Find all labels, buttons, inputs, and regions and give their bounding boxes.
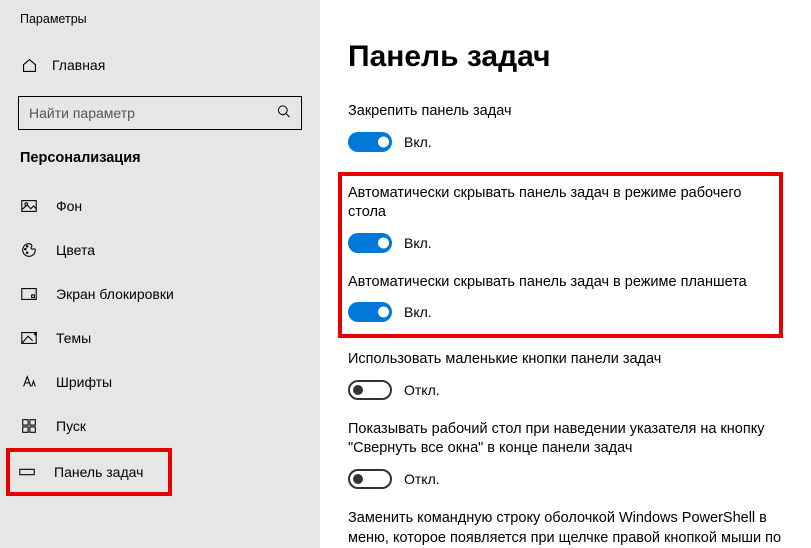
nav-home[interactable]: Главная [18,48,320,82]
toggle-status: Откл. [404,382,440,398]
setting-lock-taskbar: Закрепить панель задач Вкл. [348,102,783,152]
picture-icon [20,197,38,215]
setting-label: Автоматически скрывать панель задач в ре… [348,184,773,223]
sidebar-item-fonts[interactable]: Шрифты [18,360,320,404]
setting-label: Закрепить панель задач [348,102,783,122]
sidebar-item-themes[interactable]: Темы [18,316,320,360]
sidebar-item-label: Шрифты [56,374,112,390]
toggle-lock-taskbar[interactable] [348,132,392,152]
start-icon [20,417,38,435]
toggle-status: Вкл. [404,134,432,150]
sidebar-item-label: Фон [56,198,82,214]
highlighted-settings: Автоматически скрывать панель задач в ре… [338,172,783,339]
setting-label: Показывать рабочий стол при наведении ук… [348,420,783,459]
sidebar-item-background[interactable]: Фон [18,184,320,228]
sidebar-item-label: Цвета [56,242,95,258]
setting-autohide-desktop: Автоматически скрывать панель задач в ре… [348,184,773,253]
setting-autohide-tablet: Автоматически скрывать панель задач в ре… [348,273,773,323]
sidebar: Параметры Главная Персонализация Фон [0,0,320,548]
toggle-status: Откл. [404,471,440,487]
setting-peek-desktop: Показывать рабочий стол при наведении ук… [348,420,783,489]
section-heading: Персонализация [18,150,320,166]
search-field[interactable] [18,96,302,130]
setting-label: Автоматически скрывать панель задач в ре… [348,273,773,293]
setting-small-buttons: Использовать маленькие кнопки панели зад… [348,350,783,400]
sidebar-item-colors[interactable]: Цвета [18,228,320,272]
sidebar-item-label: Пуск [56,418,86,434]
toggle-autohide-desktop[interactable] [348,233,392,253]
setting-label: Использовать маленькие кнопки панели зад… [348,350,783,370]
search-icon [276,104,292,123]
palette-icon [20,241,38,259]
toggle-peek-desktop[interactable] [348,469,392,489]
search-input[interactable] [18,96,302,130]
setting-powershell: Заменить командную строку оболочкой Wind… [348,509,783,548]
taskbar-icon [18,463,36,481]
window-title: Параметры [18,12,320,26]
sidebar-item-taskbar[interactable]: Панель задач [6,448,172,496]
sidebar-item-label: Темы [56,330,91,346]
page-title: Панель задач [348,40,783,74]
toggle-status: Вкл. [404,235,432,251]
lockscreen-icon [20,285,38,303]
sidebar-item-label: Панель задач [54,464,143,480]
home-icon [20,56,38,74]
themes-icon [20,329,38,347]
nav-home-label: Главная [52,57,105,73]
content-area: Панель задач Закрепить панель задач Вкл.… [320,0,811,548]
sidebar-item-start[interactable]: Пуск [18,404,320,448]
toggle-autohide-tablet[interactable] [348,302,392,322]
setting-label: Заменить командную строку оболочкой Wind… [348,509,783,548]
sidebar-item-label: Экран блокировки [56,286,174,302]
toggle-small-buttons[interactable] [348,380,392,400]
fonts-icon [20,373,38,391]
toggle-status: Вкл. [404,304,432,320]
sidebar-item-lockscreen[interactable]: Экран блокировки [18,272,320,316]
